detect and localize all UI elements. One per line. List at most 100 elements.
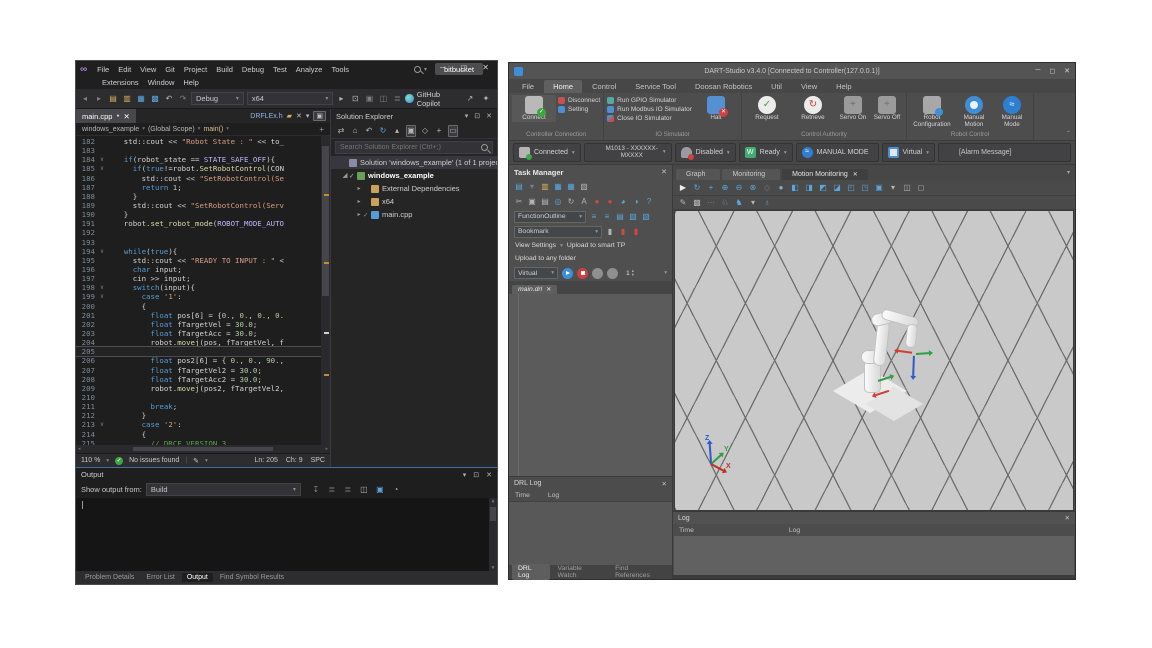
tab-main-cpp[interactable]: main.cpp ● ✕ bbox=[76, 109, 136, 123]
tree-row[interactable]: ▸ External Dependencies bbox=[331, 182, 497, 195]
servo-off-button[interactable]: Servo Off bbox=[871, 95, 903, 122]
ribbon-tab[interactable]: Help bbox=[827, 80, 860, 93]
pose-menu-caret-icon[interactable]: ▾ bbox=[748, 198, 758, 208]
expand-outline-icon[interactable]: ▤ bbox=[615, 212, 625, 222]
zoom-caret-icon[interactable]: ▾ bbox=[106, 458, 109, 464]
upload-smart-tp-button[interactable]: Upload to smart TP bbox=[567, 242, 625, 249]
breadcrumb-expand-icon[interactable]: + bbox=[319, 125, 324, 134]
code-line[interactable]: 203 float fTargetAcc = 30.0; bbox=[76, 329, 321, 338]
tree-row[interactable]: ▸ ✓ main.cpp bbox=[331, 208, 497, 221]
tab-main-drl[interactable]: main.drl ✕ bbox=[512, 285, 557, 294]
undo-icon[interactable]: ↶ bbox=[164, 94, 174, 104]
github-copilot-button[interactable]: GitHub Copilot bbox=[405, 90, 462, 108]
view-menu-caret-icon[interactable]: ▾ bbox=[888, 183, 898, 193]
editor-options-icon[interactable]: ▣ bbox=[313, 111, 326, 121]
minimize-button[interactable]: ─ bbox=[440, 63, 446, 72]
panel-tab[interactable]: Output bbox=[182, 573, 213, 582]
view-settings-caret-icon[interactable]: ▾ bbox=[560, 243, 563, 249]
menu-item[interactable]: Window bbox=[144, 77, 179, 89]
outline-settings-icon[interactable]: ▧ bbox=[641, 212, 651, 222]
issues-status[interactable]: No issues found bbox=[129, 457, 179, 464]
search-icon[interactable]: ◎ bbox=[553, 197, 563, 207]
back-icon[interactable]: ↶ bbox=[364, 126, 374, 136]
solution-search[interactable] bbox=[335, 141, 493, 154]
cut-icon[interactable]: ✂ bbox=[514, 197, 524, 207]
close-icon[interactable]: ✕ bbox=[486, 471, 492, 479]
ribbon-tab[interactable]: Home bbox=[544, 80, 582, 93]
orbit-tool-icon[interactable]: ↻ bbox=[692, 183, 702, 193]
vs-search[interactable]: ▾ bbox=[414, 66, 427, 73]
panel-tab[interactable]: DRL Log bbox=[512, 564, 550, 580]
code-line[interactable]: 196 char input; bbox=[76, 265, 321, 274]
manual-motion-button[interactable]: Manual Motion bbox=[956, 95, 992, 129]
print-icon[interactable]: ▧ bbox=[579, 182, 589, 192]
zoom-fit-icon[interactable]: ⊗ bbox=[748, 183, 758, 193]
expander-icon[interactable]: ▸ bbox=[355, 211, 363, 218]
help-icon[interactable]: ? bbox=[644, 197, 654, 207]
close-icon[interactable]: ✕ bbox=[662, 480, 667, 488]
replace-icon[interactable]: ↻ bbox=[566, 197, 576, 207]
panel-tab[interactable]: Error List bbox=[141, 573, 179, 582]
code-line[interactable]: 198∨ switch(input){ bbox=[76, 283, 321, 292]
debug-configuration-dropdown[interactable]: Debug▾ bbox=[191, 92, 244, 105]
view-back-icon[interactable]: ◨ bbox=[804, 183, 814, 193]
code-editor[interactable]: 182 std::cout << "Robot State : " << to_… bbox=[76, 136, 330, 445]
view-iso-icon[interactable]: ▣ bbox=[874, 183, 884, 193]
code-line[interactable]: 201 float pos[6] = {0., 0., 0., 0. bbox=[76, 311, 321, 320]
code-line[interactable]: 205 bbox=[76, 347, 321, 356]
settings-icon[interactable]: ▣ bbox=[375, 485, 385, 495]
tree-row[interactable]: ◢ ✓ windows_example bbox=[331, 169, 497, 182]
jump-to-end-icon[interactable]: ↧ bbox=[311, 485, 321, 495]
setting-button[interactable]: Setting bbox=[558, 106, 600, 113]
view-left-icon[interactable]: ◩ bbox=[818, 183, 828, 193]
code-line[interactable]: 211 break; bbox=[76, 402, 321, 411]
panel-tab[interactable]: Find References bbox=[609, 564, 669, 580]
view-tab[interactable]: Motion Monitoring✕ bbox=[782, 169, 868, 180]
history-icon[interactable]: ◔ bbox=[391, 485, 401, 495]
view-right-icon[interactable]: ◪ bbox=[832, 183, 842, 193]
code-line[interactable]: 215 // DRCF_VERSION 3 bbox=[76, 439, 321, 445]
expander-icon[interactable]: ▸ bbox=[355, 198, 363, 205]
ribbon-tab[interactable]: Service Tool bbox=[626, 80, 685, 93]
open-folder-icon[interactable]: ▥ bbox=[122, 94, 132, 104]
connection-status[interactable]: Connected ▾ bbox=[513, 143, 581, 162]
refresh-icon[interactable]: ↻ bbox=[378, 126, 388, 136]
view-front-icon[interactable]: ◧ bbox=[790, 183, 800, 193]
code-line[interactable]: 208 float fTargetAcc2 = 30.0; bbox=[76, 375, 321, 384]
menu-item[interactable]: Debug bbox=[238, 64, 268, 75]
code-line[interactable]: 183 bbox=[76, 146, 321, 155]
code-line[interactable]: 184∨ if(robot_state == STATE_SAFE_OFF){ bbox=[76, 155, 321, 164]
close-button[interactable]: ✕ bbox=[482, 63, 489, 72]
code-line[interactable]: 197 cin >> input; bbox=[76, 274, 321, 283]
measure-icon[interactable]: ✎ bbox=[678, 198, 688, 208]
wireframe-icon[interactable]: ◇ bbox=[762, 183, 772, 193]
save-all-icon[interactable]: ▦ bbox=[566, 182, 576, 192]
pan-tool-icon[interactable]: + bbox=[706, 183, 716, 193]
zoom-out-icon[interactable]: ⊖ bbox=[734, 183, 744, 193]
more-icon[interactable]: ⋯ bbox=[706, 198, 716, 208]
code-line[interactable]: 182 std::cout << "Robot State : " << to_ bbox=[76, 137, 321, 146]
tab-drflex-h[interactable]: DRFLEx.h bbox=[250, 113, 282, 120]
window-layout-icon[interactable]: ◫ bbox=[378, 94, 388, 104]
record-stop-icon[interactable]: ● bbox=[605, 197, 615, 207]
code-line[interactable]: 187 return 1; bbox=[76, 183, 321, 192]
output-scrollbar[interactable]: ▲▼ bbox=[489, 498, 497, 571]
expander-icon[interactable]: ◢ bbox=[341, 172, 349, 179]
output-source-dropdown[interactable]: Build▾ bbox=[146, 483, 301, 496]
run-target-dropdown[interactable]: Virtual▾ bbox=[514, 267, 558, 279]
maximize-button[interactable]: ◻ bbox=[461, 63, 468, 72]
search-caret-icon[interactable]: ▾ bbox=[424, 66, 427, 73]
debug-step-icon[interactable]: ◑ bbox=[631, 197, 641, 207]
run-gpio-simulator-button[interactable]: Run GPIO Simulator bbox=[607, 97, 692, 104]
editor-horizontal-scrollbar[interactable]: ◂▸ bbox=[76, 445, 330, 453]
bookmark-next-icon[interactable]: ▮ bbox=[631, 227, 641, 237]
menu-item[interactable]: Edit bbox=[114, 64, 135, 75]
code-line[interactable]: 185∨ if(true!=robot.SetRobotControl(CON bbox=[76, 164, 321, 173]
tab-list-caret-icon[interactable]: ▾ bbox=[306, 112, 310, 120]
editor-scrollbar[interactable] bbox=[321, 136, 330, 445]
expander-icon[interactable]: ▸ bbox=[355, 185, 363, 192]
save-all-icon[interactable]: ▩ bbox=[150, 94, 160, 104]
redo-icon[interactable]: ↷ bbox=[178, 94, 188, 104]
ribbon-tab[interactable]: Control bbox=[583, 80, 625, 93]
home-icon[interactable]: ⌂ bbox=[350, 126, 360, 136]
